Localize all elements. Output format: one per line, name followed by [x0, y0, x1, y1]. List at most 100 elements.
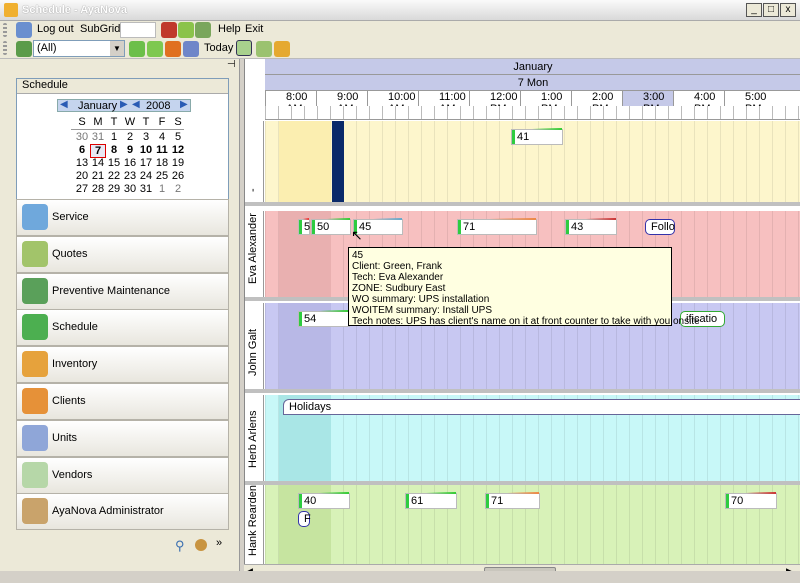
menu-exit[interactable]: Exit — [245, 23, 263, 37]
prev-year-icon[interactable]: ◀ — [132, 99, 140, 110]
calendar-day[interactable]: 6 — [74, 144, 90, 156]
nav-item[interactable]: AyaNova Administrator — [16, 493, 229, 531]
calendar-day[interactable]: 24 — [138, 170, 154, 182]
nav-item[interactable]: Service — [16, 199, 229, 236]
time-slot-header: 10:00 AM — [367, 91, 418, 115]
maximize-button[interactable]: □ — [763, 3, 779, 17]
calendar-day[interactable]: 7 — [90, 144, 106, 158]
resource-name: Herb Arlens — [247, 410, 259, 468]
menu-logout[interactable]: Log out — [37, 23, 74, 37]
appointment[interactable]: 61 — [405, 492, 457, 509]
calendar-day[interactable]: 2 — [170, 183, 186, 195]
appointment[interactable]: F — [298, 511, 311, 527]
close-button[interactable]: x — [780, 3, 796, 17]
calendar-day[interactable]: 1 — [106, 131, 122, 143]
calendar-day[interactable]: 28 — [90, 183, 106, 195]
calendar-day[interactable]: 17 — [138, 157, 154, 169]
calendar-day[interactable]: 29 — [106, 183, 122, 195]
calendar-day[interactable]: 22 — [106, 170, 122, 182]
calendar-day[interactable]: 31 — [90, 131, 106, 143]
calendar-day[interactable]: 13 — [74, 157, 90, 169]
tools-icon[interactable] — [161, 22, 177, 38]
calendar-day[interactable]: 15 — [106, 157, 122, 169]
appointment[interactable]: Holidays — [283, 399, 800, 415]
add-group-icon[interactable] — [147, 41, 163, 57]
menu-subgrids[interactable]: SubGrids — [80, 23, 126, 37]
calendar-day[interactable]: 27 — [74, 183, 90, 195]
appointment[interactable]: 50 — [311, 218, 351, 235]
refresh-icon[interactable] — [178, 22, 194, 38]
calendar-day[interactable]: 12 — [170, 144, 186, 156]
appointment[interactable]: 41 — [511, 128, 563, 145]
nav-item[interactable]: Clients — [16, 383, 229, 420]
calendar-day[interactable]: 19 — [170, 157, 186, 169]
calendar-day[interactable]: 9 — [122, 144, 138, 156]
appointment[interactable]: 71 — [457, 218, 537, 235]
calendar-day[interactable]: 20 — [74, 170, 90, 182]
resource-label: Herb Arlens — [245, 395, 264, 481]
calendar-day[interactable]: 10 — [138, 144, 154, 156]
calendar-day[interactable]: 1 — [154, 183, 170, 195]
appointment[interactable]: 5 — [298, 218, 310, 235]
calendar-day[interactable]: 4 — [154, 131, 170, 143]
grid-view-icon[interactable] — [256, 41, 272, 57]
nav-item[interactable]: Inventory — [16, 346, 229, 384]
calendar-day[interactable]: 26 — [170, 170, 186, 182]
appointment[interactable]: 43 — [565, 218, 617, 235]
nav-item[interactable]: Schedule — [16, 309, 229, 347]
resource-name: Eva Alexander — [247, 213, 259, 284]
user-settings-icon[interactable] — [195, 539, 207, 551]
calendar-day[interactable]: 21 — [90, 170, 106, 182]
calendar-day[interactable]: 25 — [154, 170, 170, 182]
day-view-icon[interactable] — [236, 40, 252, 56]
calendar-day[interactable]: 16 — [122, 157, 138, 169]
expand-icon[interactable]: » — [216, 537, 222, 549]
lock-icon[interactable] — [274, 41, 290, 57]
logout-icon[interactable] — [16, 22, 32, 38]
appointment-label: 71 — [463, 221, 476, 233]
calendar-day[interactable]: 23 — [122, 170, 138, 182]
layout-icon[interactable] — [16, 41, 32, 57]
chevron-down-icon[interactable]: ▼ — [110, 41, 124, 56]
calendar-day[interactable]: 30 — [122, 183, 138, 195]
status-bar — [0, 571, 800, 583]
calendar-day[interactable]: 31 — [138, 183, 154, 195]
calendar-day[interactable]: 30 — [74, 131, 90, 143]
pin-icon[interactable]: ⊣ — [227, 59, 236, 70]
calendar-day[interactable]: 8 — [106, 144, 122, 156]
appointment-status-bar — [299, 220, 302, 234]
year-value[interactable]: 2008 — [146, 100, 170, 112]
time-slot-header: 9:00 AM — [316, 91, 367, 115]
time-slot-header: 8:00 AM — [265, 91, 316, 115]
minimize-button[interactable]: _ — [746, 3, 762, 17]
calendar-day[interactable]: 18 — [154, 157, 170, 169]
filter-select[interactable]: (All) ▼ — [33, 40, 125, 57]
menu-help[interactable]: Help — [218, 23, 241, 37]
nav-item[interactable]: Units — [16, 419, 229, 457]
appointment[interactable]: 40 — [298, 492, 350, 509]
calendar-day[interactable]: 11 — [154, 144, 170, 156]
today-button[interactable]: Today — [204, 42, 233, 56]
next-month-icon[interactable]: ▶ — [120, 99, 128, 110]
calendar-day[interactable]: 3 — [138, 131, 154, 143]
appointment[interactable]: 54 — [298, 310, 350, 327]
print-icon[interactable] — [165, 41, 181, 57]
add-icon[interactable] — [129, 41, 145, 57]
nav-item[interactable]: Quotes — [16, 235, 229, 273]
calendar-day[interactable]: 14 — [90, 157, 106, 169]
appointment[interactable]: 70 — [725, 492, 777, 509]
nav-item[interactable]: Vendors — [16, 456, 229, 494]
search-icon[interactable]: ⚲ — [175, 538, 185, 554]
nav-item[interactable]: Preventive Maintenance — [16, 272, 229, 310]
users-icon[interactable] — [183, 41, 199, 57]
appointment-label: 41 — [517, 131, 530, 143]
appointment[interactable]: Follo — [645, 219, 675, 235]
appointment[interactable]: 71 — [485, 492, 540, 509]
calendar-day[interactable]: 5 — [170, 131, 186, 143]
settings-icon[interactable] — [195, 22, 211, 38]
month-name[interactable]: January — [78, 100, 117, 112]
resource-label: - — [245, 121, 264, 202]
prev-month-icon[interactable]: ◀ — [60, 99, 68, 110]
next-year-icon[interactable]: ▶ — [180, 99, 188, 110]
calendar-day[interactable]: 2 — [122, 131, 138, 143]
